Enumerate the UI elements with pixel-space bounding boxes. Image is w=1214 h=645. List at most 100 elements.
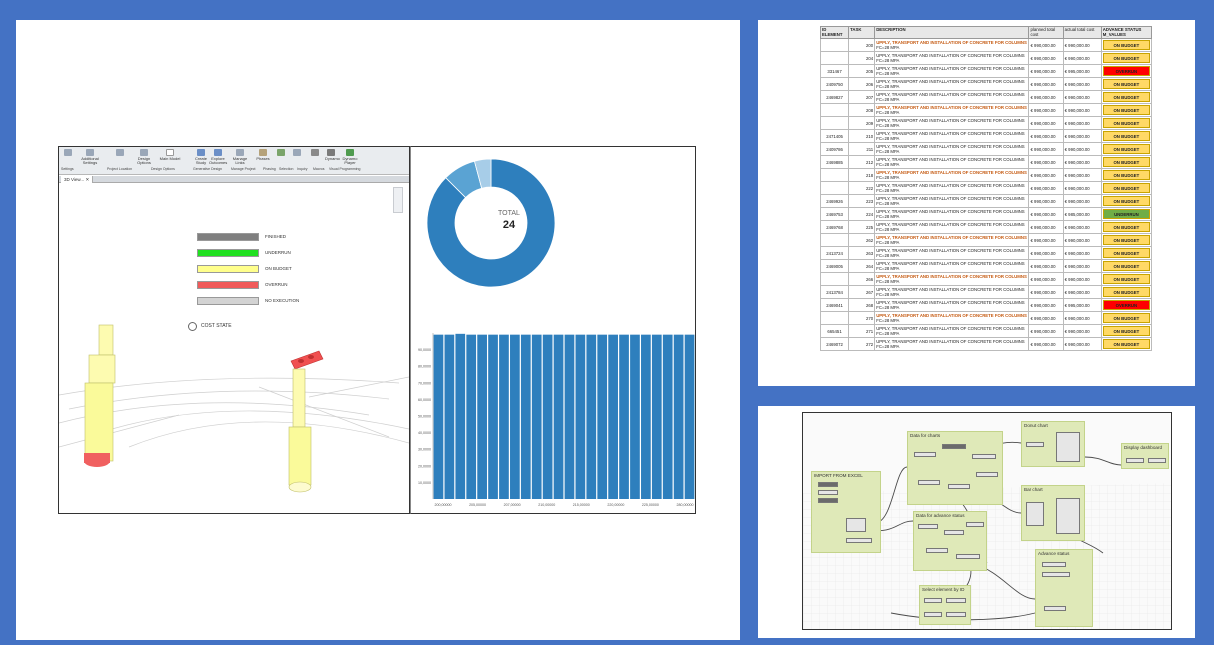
- bar: [608, 334, 618, 499]
- table-row[interactable]: 2469768 225 UPPLY, TRANSPORT AND INSTALLAT…: [819, 220, 1153, 234]
- group-import-from-excel[interactable]: IMPORT FROM EXCEL: [811, 471, 881, 553]
- dynamo-node[interactable]: [1126, 458, 1144, 463]
- bar: [542, 334, 553, 499]
- cell-task: 212: [848, 155, 876, 169]
- cell-planned-cost: € 990,000.00: [1028, 233, 1064, 247]
- cell-planned-cost: € 990,000.00: [1028, 298, 1064, 312]
- cell-description: UPPLY, TRANSPORT AND INSTALLATION OF CON…: [874, 285, 1030, 299]
- table-row[interactable]: 2409750 206 UPPLY, TRANSPORT AND INSTALLAT…: [819, 77, 1153, 91]
- table-row[interactable]: 218 UPPLY, TRANSPORT AND INSTALLATION OF …: [819, 168, 1153, 182]
- dynamo-node[interactable]: [846, 518, 866, 532]
- table-row[interactable]: 2469005 264 UPPLY, TRANSPORT AND INSTALLAT…: [819, 259, 1153, 273]
- cell-task: 206: [848, 77, 876, 91]
- status-badge: ON BUDGET: [1102, 105, 1150, 115]
- dynamo-node[interactable]: [1056, 432, 1080, 462]
- group-advance-status[interactable]: Advance status: [1035, 549, 1093, 627]
- dynamo-node[interactable]: [918, 480, 940, 485]
- dynamo-node[interactable]: [956, 554, 980, 559]
- dynamo-node[interactable]: [846, 538, 872, 543]
- cell-task: 211: [848, 142, 876, 156]
- cell-advance-status: OVERRUN: [1100, 64, 1153, 78]
- cell-actual-cost: € 990,000.00: [1062, 90, 1102, 104]
- description-line-2: FC=28 MPA: [876, 136, 900, 141]
- bar: [673, 334, 684, 499]
- cell-id-element: [819, 272, 850, 286]
- dashboard-view: TOTAL 24 90,0000 80,0000 70,0000 60,0000 50,…: [410, 146, 696, 514]
- bar: [630, 334, 640, 499]
- dynamo-node[interactable]: [926, 548, 948, 553]
- table-row[interactable]: 262 UPPLY, TRANSPORT AND INSTALLATION OF …: [819, 233, 1153, 247]
- group-bar-chart[interactable]: Bar chart: [1021, 485, 1085, 541]
- dynamo-node[interactable]: [818, 498, 838, 503]
- model-3d-view[interactable]: [59, 147, 410, 514]
- table-row[interactable]: 2413724 263 UPPLY, TRANSPORT AND INSTALLAT…: [819, 246, 1153, 260]
- table-row[interactable]: 2469885 212 UPPLY, TRANSPORT AND INSTALLAT…: [819, 155, 1153, 169]
- group-data-for-advance-status[interactable]: Data for advance status: [913, 511, 987, 571]
- table-row[interactable]: 2469753 224 UPPLY, TRANSPORT AND INSTALLAT…: [819, 207, 1153, 221]
- dynamo-node[interactable]: [1042, 572, 1070, 577]
- dynamo-node[interactable]: [924, 598, 942, 603]
- cell-id-element: 2469768: [819, 220, 850, 234]
- column-left: [84, 324, 116, 467]
- dynamo-node[interactable]: [918, 524, 938, 529]
- dynamo-graph[interactable]: IMPORT FROM EXCEL Data for charts Donut …: [802, 412, 1172, 630]
- cell-task: 222: [848, 181, 876, 195]
- table-row[interactable]: 2469926 223 UPPLY, TRANSPORT AND INSTALLAT…: [819, 194, 1153, 208]
- cell-actual-cost: € 990,000.00: [1062, 259, 1102, 273]
- dynamo-node[interactable]: [948, 484, 970, 489]
- cell-planned-cost: € 990,000.00: [1028, 168, 1064, 182]
- dynamo-node[interactable]: [946, 612, 966, 617]
- dynamo-node[interactable]: [942, 444, 966, 449]
- cell-actual-cost: € 990,000.00: [1062, 272, 1102, 286]
- dynamo-node[interactable]: [944, 530, 964, 535]
- status-badge: ON BUDGET: [1102, 144, 1150, 154]
- dynamo-node[interactable]: [1056, 498, 1080, 534]
- dynamo-node[interactable]: [972, 454, 996, 459]
- table-row[interactable]: 222 UPPLY, TRANSPORT AND INSTALLATION OF …: [819, 181, 1153, 195]
- table-row[interactable]: 665451 271 UPPLY, TRANSPORT AND INSTALLATI…: [819, 324, 1153, 338]
- table-row[interactable]: 270 UPPLY, TRANSPORT AND INSTALLATION OF …: [819, 311, 1153, 325]
- table-row[interactable]: 266 UPPLY, TRANSPORT AND INSTALLATION OF …: [819, 272, 1153, 286]
- cell-id-element: 2469041: [819, 298, 850, 312]
- table-row[interactable]: 2471405 210 UPPLY, TRANSPORT AND INSTALLAT…: [819, 129, 1153, 143]
- dynamo-node[interactable]: [946, 598, 966, 603]
- group-select-element-by-id[interactable]: Select element by ID: [919, 585, 971, 625]
- dynamo-node[interactable]: [1044, 606, 1066, 611]
- dynamo-node[interactable]: [818, 490, 838, 495]
- status-badge: ON BUDGET: [1102, 248, 1150, 258]
- cell-planned-cost: € 990,000.00: [1028, 90, 1064, 104]
- dynamo-node[interactable]: [818, 482, 838, 487]
- cell-task: 267: [848, 285, 876, 299]
- table-row[interactable]: 2409786 211 UPPLY, TRANSPORT AND INSTALLAT…: [819, 142, 1153, 156]
- dynamo-node[interactable]: [1026, 502, 1044, 526]
- cell-actual-cost: € 990,000.00: [1062, 142, 1102, 156]
- table-row[interactable]: 200 UPPLY, TRANSPORT AND INSTALLATION OF …: [819, 38, 1153, 52]
- cell-description: UPPLY, TRANSPORT AND INSTALLATION OF CON…: [874, 324, 1030, 338]
- bar: [520, 334, 531, 499]
- dynamo-node[interactable]: [976, 472, 998, 477]
- dynamo-node[interactable]: [924, 612, 942, 617]
- cell-id-element: 2469926: [819, 194, 850, 208]
- table-row[interactable]: 2469041 268 UPPLY, TRANSPORT AND INSTALLAT…: [819, 298, 1153, 312]
- dynamo-node[interactable]: [914, 452, 936, 457]
- dynamo-node[interactable]: [1026, 442, 1044, 447]
- status-badge: ON BUDGET: [1102, 53, 1150, 63]
- table-row[interactable]: 209 UPPLY, TRANSPORT AND INSTALLATION OF …: [819, 116, 1153, 130]
- dynamo-node[interactable]: [1148, 458, 1166, 463]
- table-row[interactable]: 2469072 272 UPPLY, TRANSPORT AND INSTALLAT…: [819, 337, 1153, 351]
- cell-task: 272: [848, 337, 876, 351]
- table-row[interactable]: 204 UPPLY, TRANSPORT AND INSTALLATION OF …: [819, 51, 1153, 65]
- table-row[interactable]: 208 UPPLY, TRANSPORT AND INSTALLATION OF …: [819, 103, 1153, 117]
- cell-planned-cost: € 990,000.00: [1028, 116, 1064, 130]
- dynamo-node[interactable]: [1042, 562, 1066, 567]
- bar: [444, 334, 455, 499]
- dynamo-node[interactable]: [966, 522, 984, 527]
- group-data-for-charts[interactable]: Data for charts: [907, 431, 1003, 505]
- group-donut-chart[interactable]: Donut chart: [1021, 421, 1085, 467]
- table-row[interactable]: 2413784 267 UPPLY, TRANSPORT AND INSTALLAT…: [819, 285, 1153, 299]
- table-row[interactable]: 2469827 207 UPPLY, TRANSPORT AND INSTALLAT…: [819, 90, 1153, 104]
- description-line-2: FC=28 MPA: [876, 71, 900, 76]
- table-row[interactable]: 331467 205 UPPLY, TRANSPORT AND INSTALLATI…: [819, 64, 1153, 78]
- group-display-dashboard[interactable]: Display dashboard: [1121, 443, 1169, 469]
- status-badge: ON BUDGET: [1102, 222, 1150, 232]
